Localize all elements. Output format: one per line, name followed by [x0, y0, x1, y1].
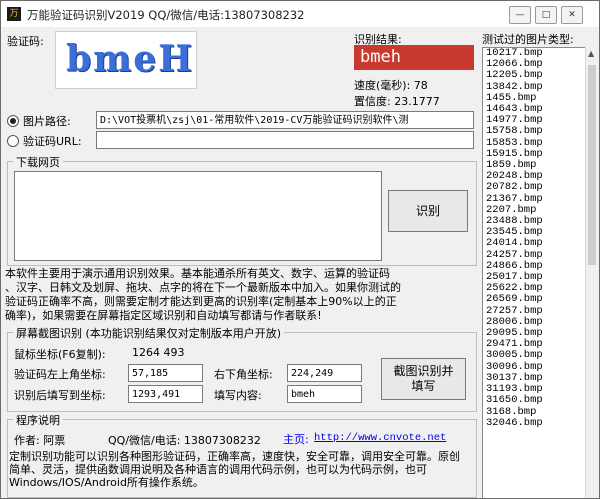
top-left-coord-input[interactable]: 57,185: [128, 364, 203, 382]
minimize-button[interactable]: —: [509, 6, 531, 24]
file-list-item[interactable]: 32046.bmp: [483, 417, 586, 429]
fill-position-label: 识别后填写到坐标:: [14, 389, 106, 402]
scroll-thumb[interactable]: [588, 65, 596, 265]
close-button[interactable]: ✕: [561, 6, 583, 24]
notice-line-4: 确率)，如果需要在屏幕指定区域识别和自动填写都请与作者联系!: [5, 309, 322, 322]
captcha-image-text: bmeH: [66, 38, 195, 80]
title-bar: 万 万能验证码识别V2019 QQ/微信/电话:13807308232 — □ …: [1, 1, 599, 27]
captcha-url-radio[interactable]: [7, 135, 19, 147]
file-list[interactable]: 10217.bmp 12066.bmp 12205.bmp 13842.bmp 1455…: [482, 47, 587, 498]
result-value: bmeh: [354, 45, 474, 70]
download-group-title: 下载网页: [13, 154, 63, 170]
file-list-item[interactable]: 30005.bmp: [483, 350, 586, 361]
file-list-item[interactable]: 15758.bmp: [483, 126, 586, 137]
confidence-label: 置信度:: [354, 95, 391, 108]
notice-line-2: 、汉字、日韩文及划屏、拖块、点字的将在下一个最新版本中加入。如果你测试的: [5, 281, 401, 294]
captcha-url-label: 验证码URL:: [23, 135, 82, 148]
fill-position-input[interactable]: 1293,491: [128, 385, 203, 403]
program-info-line-3: Windows/IOS/Android所有操作系统。: [9, 476, 204, 489]
file-list-item[interactable]: 20782.bmp: [483, 182, 586, 193]
top-left-coord-label: 验证码左上角坐标:: [14, 368, 106, 381]
app-icon: 万: [7, 7, 21, 21]
program-info-group-title: 程序说明: [13, 412, 63, 428]
speed-value: 78: [413, 79, 428, 92]
image-path-label: 图片路径:: [23, 115, 71, 128]
captcha-label: 验证码:: [7, 35, 44, 48]
image-path-input[interactable]: D:\VOT投票机\zsj\01-常用软件\2019-CV万能验证码识别软件\测: [96, 111, 474, 129]
window-title: 万能验证码识别V2019 QQ/微信/电话:13807308232: [27, 8, 305, 22]
mouse-coord-label: 鼠标坐标(F6复制):: [14, 348, 106, 361]
recognize-button[interactable]: 识别: [388, 190, 468, 232]
bottom-right-coord-input[interactable]: 224,249: [287, 364, 362, 382]
homepage-label: 主页:: [283, 433, 309, 446]
notice-line-1: 本软件主要用于演示通用识别效果。基本能通杀所有英文、数字、运算的验证码: [5, 267, 390, 280]
image-path-radio[interactable]: [7, 115, 19, 127]
capture-button-line-2: 填写: [411, 379, 436, 393]
file-list-title: 测试过的图片类型:: [482, 33, 574, 46]
captcha-url-input[interactable]: [96, 131, 474, 149]
file-list-item[interactable]: 12205.bmp: [483, 70, 586, 81]
fill-content-label: 填写内容:: [214, 389, 262, 402]
capture-button-line-1: 截图识别并: [393, 364, 454, 378]
contact-info: QQ/微信/电话: 13807308232: [108, 434, 261, 447]
fill-content-input[interactable]: bmeh: [287, 385, 362, 403]
capture-recognize-button[interactable]: 截图识别并 填写: [381, 358, 466, 400]
notice-line-3: 验证码正确率不高，则需要定制才能达到更高的识别率(定制基本上90%以上的正: [5, 295, 397, 308]
bottom-right-coord-label: 右下角坐标:: [214, 368, 273, 381]
speed-stat: 速度(毫秒): 78: [354, 77, 428, 93]
main-window: 万 万能验证码识别V2019 QQ/微信/电话:13807308232 — □ …: [0, 0, 600, 499]
captcha-image: bmeH: [55, 31, 197, 89]
confidence-stat: 置信度: 23.1777: [354, 93, 440, 109]
confidence-value: 23.1777: [394, 95, 440, 108]
download-content-textarea[interactable]: [14, 171, 382, 261]
file-list-item[interactable]: 24014.bmp: [483, 238, 586, 249]
author-label: 作者: 阿票: [14, 434, 66, 447]
speed-label: 速度(毫秒):: [354, 79, 411, 92]
file-list-item[interactable]: 31650.bmp: [483, 395, 586, 406]
file-list-scrollbar[interactable]: ▲: [585, 47, 599, 498]
file-list-item[interactable]: 26569.bmp: [483, 294, 586, 305]
screen-capture-group-title: 屏幕截图识别 (本功能识别结果仅对定制版本用户开放): [13, 325, 285, 341]
maximize-button[interactable]: □: [535, 6, 557, 24]
program-info-line-2: 简单、灵活，提供函数调用说明及各种语言的调用代码示例，也可以为代码示例，也可: [9, 463, 427, 476]
homepage-link[interactable]: http://www.cnvote.net: [314, 432, 446, 444]
mouse-coord-value: 1264 493: [132, 346, 185, 359]
program-info-line-1: 定制识别功能可以识别各种图形验证码，正确率高，速度快，安全可靠，调用安全可靠。原…: [9, 450, 460, 463]
scroll-up-icon[interactable]: ▲: [588, 49, 594, 58]
